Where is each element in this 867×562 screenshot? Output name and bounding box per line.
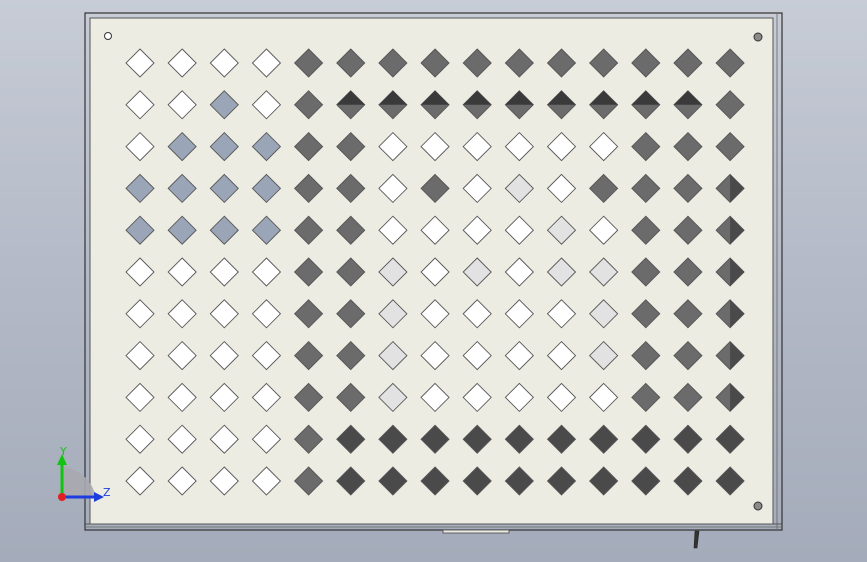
panel-part[interactable] (84, 12, 783, 549)
z-axis-label: Z (103, 486, 111, 499)
panel-pin (693, 530, 700, 549)
cad-viewport[interactable]: Y Z (0, 0, 867, 562)
mounting-hole-bottom-right (753, 501, 763, 511)
panel-bottom-tab (442, 529, 510, 534)
triad-origin (58, 493, 66, 501)
mounting-hole-top-right (753, 32, 763, 42)
mounting-hole-top-left (104, 32, 112, 40)
y-axis-label: Y (59, 445, 67, 458)
